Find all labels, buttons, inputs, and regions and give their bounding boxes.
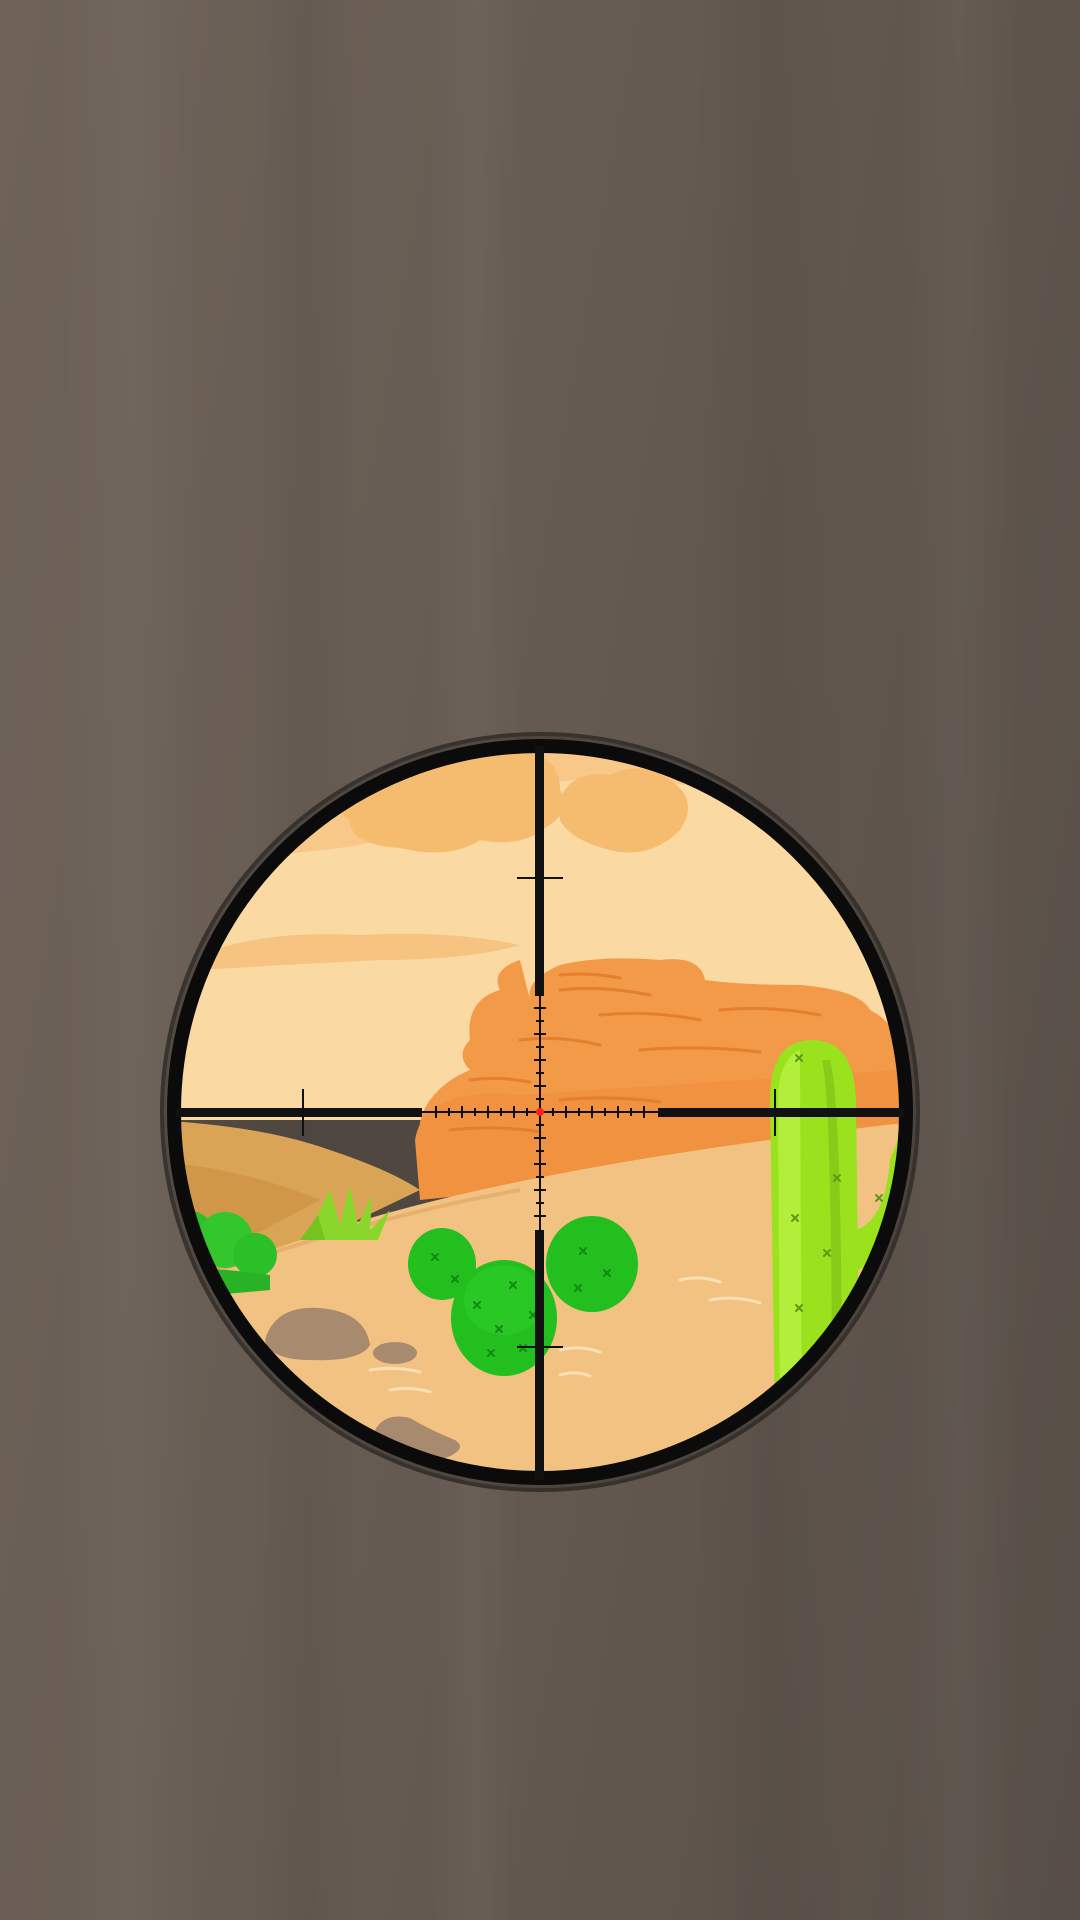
reticle-post-left bbox=[176, 1108, 422, 1117]
rock-small bbox=[373, 1342, 417, 1364]
game-screen[interactable] bbox=[0, 0, 1080, 1920]
reticle-post-bottom bbox=[535, 1230, 544, 1480]
reticle-post-right bbox=[658, 1108, 904, 1117]
sniper-scope[interactable] bbox=[0, 0, 1080, 1920]
reticle-post-top bbox=[535, 746, 544, 996]
red-dot-icon bbox=[536, 1108, 544, 1116]
